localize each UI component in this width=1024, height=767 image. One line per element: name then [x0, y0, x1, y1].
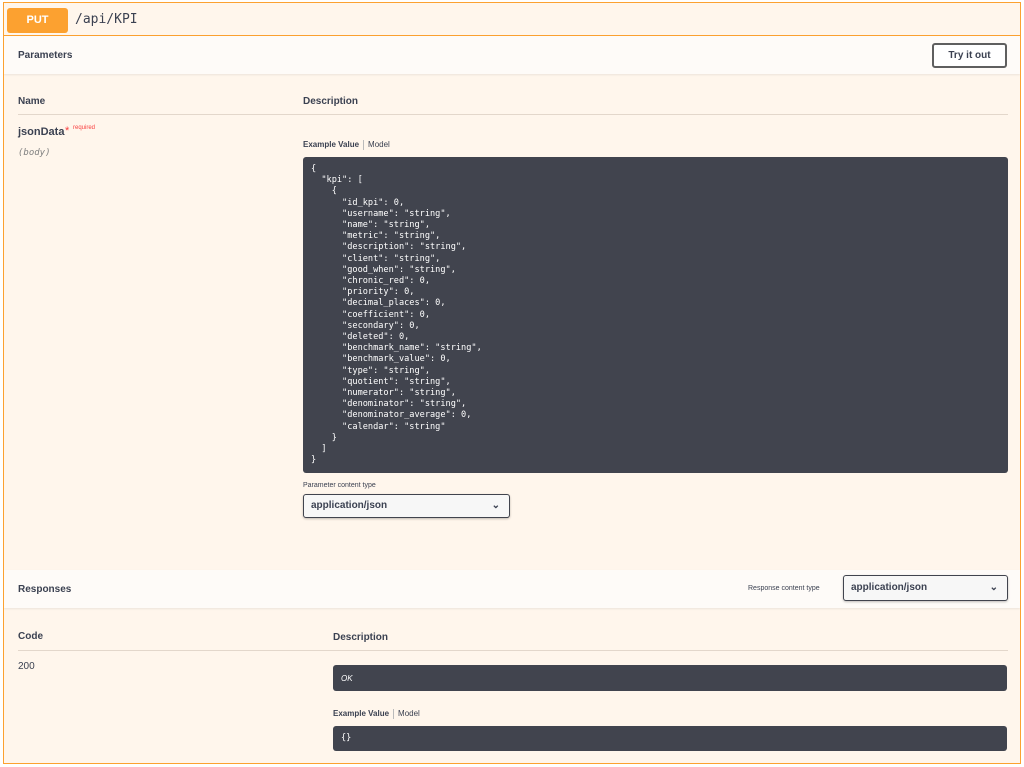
example-value-code[interactable]: { "kpi": [ { "id_kpi": 0, "username": "s… [303, 157, 1008, 473]
param-content-type-value: application/json [311, 500, 388, 511]
response-description: OK [333, 665, 1007, 691]
tab-model[interactable]: Model [398, 709, 420, 718]
param-location: (body) [18, 148, 51, 158]
tab-separator [393, 709, 395, 719]
put-operation-block: PUT /api/KPI Parameters Try it out Name … [3, 2, 1021, 764]
params-table-divider [18, 114, 1008, 115]
response-example-tabs: Example Value Model [333, 709, 420, 719]
required-label: required [73, 125, 96, 131]
col-header-description: Description [303, 96, 359, 107]
param-example-tabs: Example Value Model [303, 140, 390, 150]
col-header-code: Code [18, 631, 43, 642]
col-header-name: Name [18, 96, 46, 107]
try-it-out-button[interactable]: Try it out [932, 43, 1007, 68]
param-name: jsonData [18, 126, 65, 138]
operation-summary[interactable]: PUT /api/KPI [4, 3, 1020, 36]
parameters-title: Parameters [18, 50, 73, 61]
response-content-type-select[interactable]: application/json ⌄ [843, 575, 1008, 601]
endpoint-path: /api/KPI [75, 12, 138, 27]
response-content-type-value: application/json [851, 582, 928, 593]
col-header-response-description: Description [333, 632, 389, 643]
tab-example-value[interactable]: Example Value [333, 709, 389, 718]
response-content-type-label: Response content type [748, 585, 820, 592]
tab-example-value[interactable]: Example Value [303, 140, 359, 149]
chevron-down-icon: ⌄ [491, 500, 500, 511]
responses-header: Responses Response content type applicat… [4, 570, 1020, 608]
tab-separator [363, 140, 365, 150]
param-content-type-label: Parameter content type [303, 482, 376, 489]
responses-title: Responses [18, 584, 72, 595]
parameters-header: Parameters Try it out [4, 36, 1020, 74]
chevron-down-icon: ⌄ [989, 582, 998, 593]
response-code: 200 [18, 661, 35, 672]
response-example-code[interactable]: {} [333, 726, 1007, 751]
tab-model[interactable]: Model [368, 140, 390, 149]
http-method-badge: PUT [7, 8, 68, 33]
param-content-type-select[interactable]: application/json ⌄ [303, 494, 510, 518]
required-star: * [65, 125, 70, 137]
responses-table-divider [18, 650, 1008, 651]
